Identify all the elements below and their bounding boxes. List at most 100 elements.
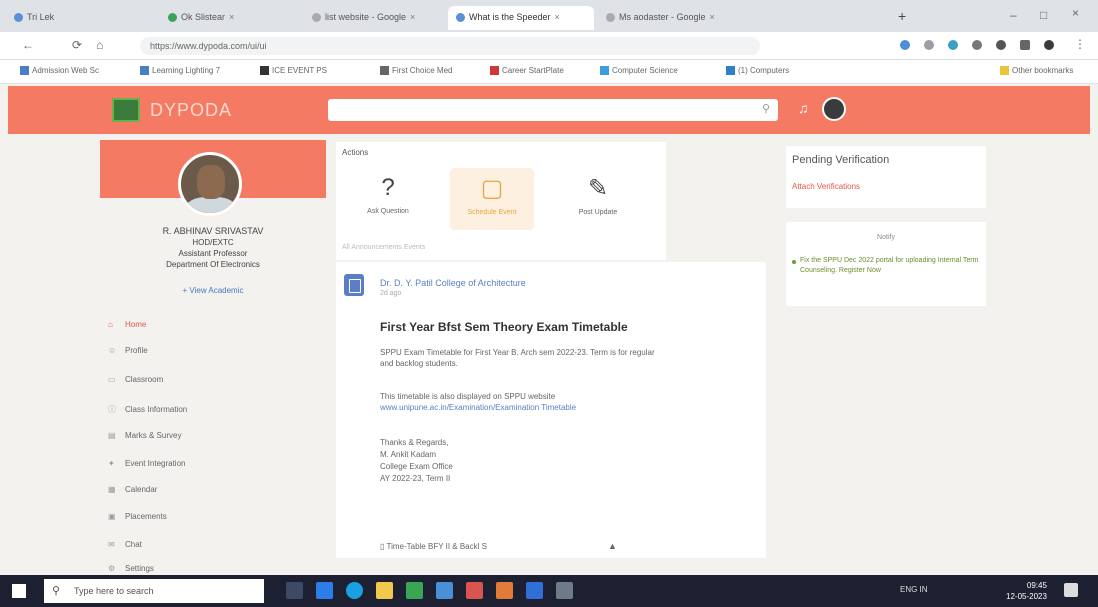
actions-card: Actions ? Ask Question ▢ Schedule Event … [336, 142, 666, 260]
notification-icon[interactable] [1064, 583, 1078, 597]
browser-tab[interactable]: Ms aodaster - Google × [598, 6, 744, 30]
bookmark-item[interactable]: Other bookmarks [1000, 66, 1073, 76]
sidepanel-icon[interactable] [1020, 40, 1030, 50]
browser-tab[interactable]: list website - Google × [304, 6, 444, 30]
close-tab-icon[interactable]: × [710, 12, 715, 22]
post-attachment[interactable]: ▯ Time-Table BFY II & Backl S [380, 542, 487, 551]
avatar-face [197, 165, 225, 199]
gear-icon: ⚙ [108, 564, 116, 573]
notice-heading: Notify [877, 234, 895, 241]
menu-dots-icon[interactable]: ⋮ [1074, 37, 1086, 51]
bookmark-item[interactable]: ICE EVENT PS [260, 66, 327, 76]
address-bar-row: ← ⟳ ⌂ https://www.dypoda.com/ui/ui ⋮ [0, 32, 1098, 60]
expand-caret-icon[interactable]: ▲ [608, 541, 617, 551]
user-icon: ☺ [108, 346, 117, 355]
app-icon[interactable] [556, 582, 573, 599]
bookmark-icon [260, 66, 269, 76]
logo-icon[interactable] [112, 98, 140, 122]
post-link[interactable]: www.unipune.ac.in/Examination/Examinatio… [380, 403, 576, 412]
search-icon[interactable]: ⚲ [762, 102, 770, 115]
feed-filter-tabs[interactable]: All Announcements Events [342, 244, 425, 251]
browser-tab[interactable]: Tri Lek [6, 6, 126, 30]
store-icon[interactable] [436, 582, 453, 599]
bookmark-item[interactable]: Admission Web Sc [20, 66, 99, 76]
file-explorer-icon[interactable] [376, 582, 393, 599]
powerpoint-icon[interactable] [466, 582, 483, 599]
ask-question-button[interactable]: ? Ask Question [346, 168, 430, 230]
sidebar-item-class-information[interactable]: ⓘ Class Information [108, 404, 187, 415]
profile-view-link[interactable]: + View Academic [100, 286, 326, 295]
system-tray[interactable]: ENG IN [900, 585, 928, 594]
url-input[interactable]: https://www.dypoda.com/ui/ui [140, 37, 760, 55]
bookmark-item[interactable]: Learning Lighting 7 [140, 66, 220, 76]
header-avatar[interactable] [822, 97, 846, 121]
bookmark-item[interactable]: Career StartPlate [490, 66, 564, 76]
extension-icon[interactable] [900, 40, 910, 50]
bookmark-icon [20, 66, 29, 76]
sidebar-item-marks[interactable]: ▤ Marks & Survey [108, 431, 181, 440]
bookmark-item[interactable]: (1) Computers [726, 66, 789, 76]
taskbar-clock[interactable]: 09:45 12-05-2023 [1006, 580, 1047, 602]
sidebar-item-calendar[interactable]: ▦ Calendar [108, 485, 157, 494]
excel-icon[interactable] [406, 582, 423, 599]
sidebar-item-profile[interactable]: ☺ Profile [108, 346, 148, 355]
bookmark-item[interactable]: Computer Science [600, 66, 678, 76]
search-icon: ⚲ [52, 585, 61, 597]
profile-avatar-icon[interactable] [1044, 40, 1054, 50]
post-author[interactable]: Dr. D. Y. Patil College of Architecture [380, 278, 526, 288]
task-view-icon[interactable] [286, 582, 303, 599]
sidebar-item-event-integration[interactable]: ✦ Event Integration [108, 459, 185, 468]
post-body-line: This timetable is also displayed on SPPU… [380, 392, 556, 401]
close-tab-icon[interactable]: × [555, 12, 560, 22]
windows-start-icon[interactable] [12, 584, 26, 598]
profile-department: Department Of Electronics [166, 260, 260, 269]
chat-icon: ✉ [108, 540, 115, 549]
home-browser-icon[interactable]: ⌂ [96, 38, 103, 52]
tab-favicon-icon [456, 13, 465, 23]
app-icon[interactable] [496, 582, 513, 599]
profile-name: R. ABHINAV SRIVASTAV [162, 226, 264, 236]
post-update-button[interactable]: ✎ Post Update [556, 168, 640, 230]
question-icon: ? [381, 174, 395, 201]
sidebar-item-chat[interactable]: ✉ Chat [108, 540, 142, 549]
bell-icon[interactable]: ♫ [798, 100, 809, 116]
attach-verification-link[interactable]: Attach Verifications [792, 182, 860, 191]
browser-tab-active[interactable]: What is the Speeder × [448, 6, 594, 30]
chrome-icon[interactable] [346, 582, 363, 599]
sidebar-item-placements[interactable]: ▣ Placements [108, 512, 167, 521]
site-search-input[interactable]: ⚲ [328, 99, 778, 121]
bookmark-icon [490, 66, 499, 76]
minimize-icon[interactable]: – [1010, 8, 1017, 22]
bookmark-icon [600, 66, 609, 76]
close-tab-icon[interactable]: × [410, 12, 415, 22]
bookmark-icon [380, 66, 389, 76]
reload-icon[interactable]: ⟳ [72, 38, 82, 52]
sidebar-item-settings[interactable]: ⚙ Settings [108, 564, 154, 573]
word-icon[interactable] [526, 582, 543, 599]
post-body-line: and backlog students. [380, 359, 458, 368]
windows-taskbar: ⚲ Type here to search ENG IN 09:45 12-05-… [0, 575, 1098, 607]
maximize-icon[interactable]: □ [1040, 8, 1047, 22]
bookmark-icon [726, 66, 735, 76]
extension-icon[interactable] [924, 40, 934, 50]
home-icon: ⌂ [108, 320, 113, 329]
extension-icon[interactable] [972, 40, 982, 50]
site-logo-text[interactable]: DYPODA [150, 100, 232, 121]
post-body-line: SPPU Exam Timetable for First Year B. Ar… [380, 348, 655, 357]
close-tab-icon[interactable]: × [229, 12, 234, 22]
profile-avatar[interactable] [178, 152, 242, 216]
back-icon[interactable]: ← [22, 38, 34, 52]
calendar-icon: ▦ [108, 485, 116, 494]
new-tab-icon[interactable]: + [898, 8, 906, 24]
edge-icon[interactable] [316, 582, 333, 599]
notice-text[interactable]: Fix the SPPU Dec 2022 portal for uploadi… [800, 256, 980, 276]
sidebar-item-classroom[interactable]: ▭ Classroom [108, 375, 163, 384]
schedule-event-button[interactable]: ▢ Schedule Event [450, 168, 534, 230]
browser-tab[interactable]: Ok Slistear × [160, 6, 300, 30]
bookmark-item[interactable]: First Choice Med [380, 66, 452, 76]
extension-icon[interactable] [948, 40, 958, 50]
taskbar-search-input[interactable]: ⚲ Type here to search [44, 579, 264, 603]
star-icon[interactable] [996, 40, 1006, 50]
sidebar-item-home[interactable]: ⌂ Home [108, 320, 146, 329]
close-window-icon[interactable]: × [1072, 6, 1079, 20]
